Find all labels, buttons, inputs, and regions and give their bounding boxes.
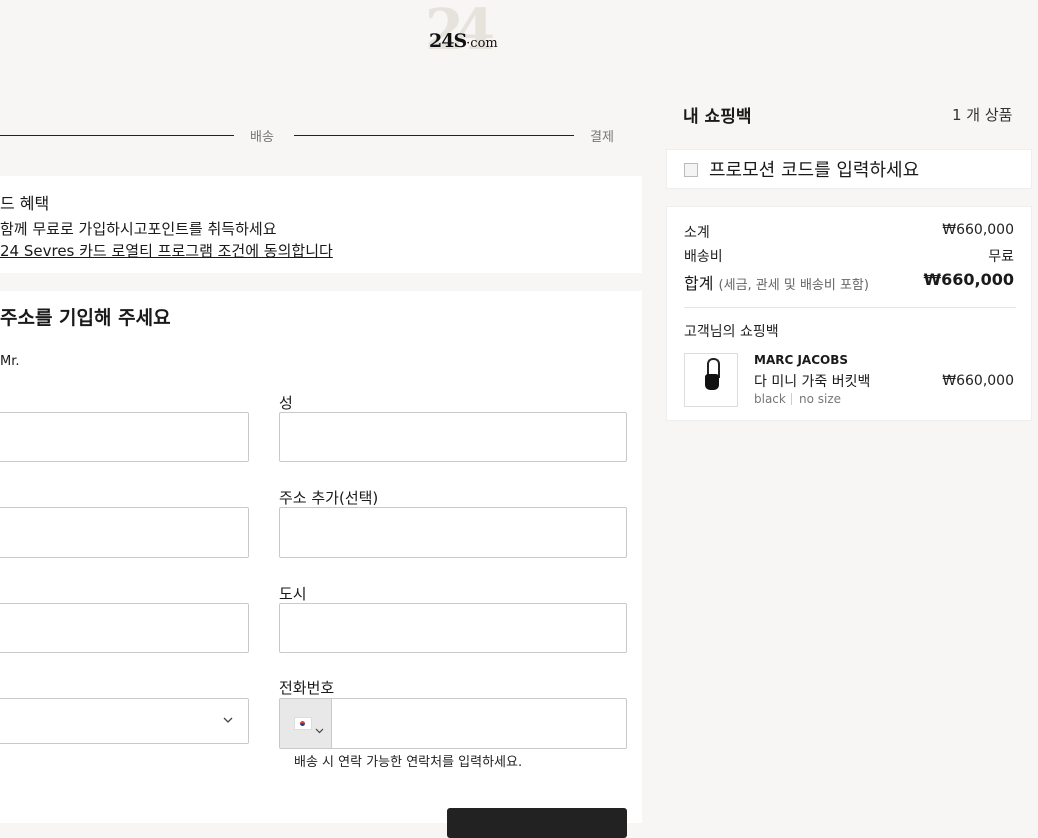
first-name-field[interactable] — [0, 412, 249, 462]
total-label-text: 합계 — [684, 274, 714, 293]
attr-separator — [791, 393, 792, 405]
promo-code-toggle[interactable]: 프로모션 코드를 입력하세요 — [666, 149, 1032, 189]
country-select[interactable] — [0, 698, 249, 744]
bag-count: 1 개 상품 — [952, 106, 1013, 124]
order-summary: 소계 ₩660,000 배송비 무료 합계 (세금, 관세 및 배송비 포함) … — [666, 206, 1032, 421]
promo-label[interactable]: 프로모션 코드를 입력하세요 — [709, 156, 919, 182]
product-image[interactable] — [684, 353, 738, 407]
last-name-field[interactable] — [279, 412, 627, 462]
phone-hint: 배송 시 연락 가능한 연락처를 입력하세요. — [294, 755, 523, 770]
postal-code-field[interactable] — [0, 603, 249, 653]
address-field[interactable] — [0, 507, 249, 558]
loyalty-terms-link[interactable]: 24 Sevres 카드 로열티 프로그램 조건에 동의합니다 — [0, 240, 333, 261]
step-line-1 — [0, 135, 234, 136]
promo-checkbox[interactable] — [684, 163, 698, 177]
shipping-value: 무료 — [988, 249, 1014, 265]
product-color: black — [754, 392, 786, 406]
bag-title: 내 쇼핑백 — [683, 107, 752, 127]
subtotal-label: 소계 — [684, 225, 710, 241]
summary-divider — [684, 307, 1016, 308]
subtotal-value: ₩660,000 — [942, 222, 1014, 238]
chevron-down-icon — [315, 719, 324, 738]
chevron-down-icon — [223, 712, 233, 728]
total-label: 합계 (세금, 관세 및 배송비 포함) — [684, 270, 869, 294]
shipping-label: 배송비 — [684, 249, 723, 265]
address-title: 주소를 기입해 주세요 — [0, 307, 171, 329]
product-name[interactable]: 다 미니 가죽 버킷백 — [754, 371, 870, 391]
product-size: no size — [799, 392, 842, 406]
last-name-label: 성 — [279, 394, 293, 412]
address2-label: 주소 추가(선택) — [279, 489, 379, 507]
customer-bag-label: 고객님의 쇼핑백 — [684, 324, 779, 340]
step-payment: 결제 — [590, 130, 614, 145]
step-shipping: 배송 — [250, 130, 274, 145]
total-value: ₩660,000 — [923, 270, 1014, 289]
civility-value[interactable]: Mr. — [0, 354, 20, 369]
loyalty-title: 드 혜택 — [0, 194, 50, 213]
address2-field[interactable] — [279, 507, 627, 558]
loyalty-text: 함께 무료로 가입하시고포인트를 취득하세요 — [0, 220, 277, 238]
kr-flag-icon — [294, 717, 312, 730]
city-label: 도시 — [279, 585, 307, 603]
site-logo[interactable]: 24 24S·com — [425, 2, 498, 72]
address-form: 주소를 기입해 주세요 Mr. 성 주소 추가(선택) 도시 전화번호 배송 시… — [0, 291, 642, 838]
city-field[interactable] — [279, 603, 627, 653]
step-line-2 — [294, 135, 574, 136]
bucket-bag-icon — [705, 374, 719, 390]
phone-field[interactable] — [279, 698, 627, 749]
product-price: ₩660,000 — [942, 373, 1014, 389]
country-code-select[interactable] — [280, 699, 332, 748]
product-brand: MARC JACOBS — [754, 353, 849, 367]
loyalty-panel: 드 혜택 함께 무료로 가입하시고포인트를 취득하세요 24 Sevres 카드… — [0, 176, 642, 273]
continue-button[interactable] — [447, 808, 627, 838]
phone-label: 전화번호 — [279, 679, 335, 697]
total-note: (세금, 관세 및 배송비 포함) — [718, 278, 869, 293]
logo-text: 24S·com — [429, 30, 498, 52]
